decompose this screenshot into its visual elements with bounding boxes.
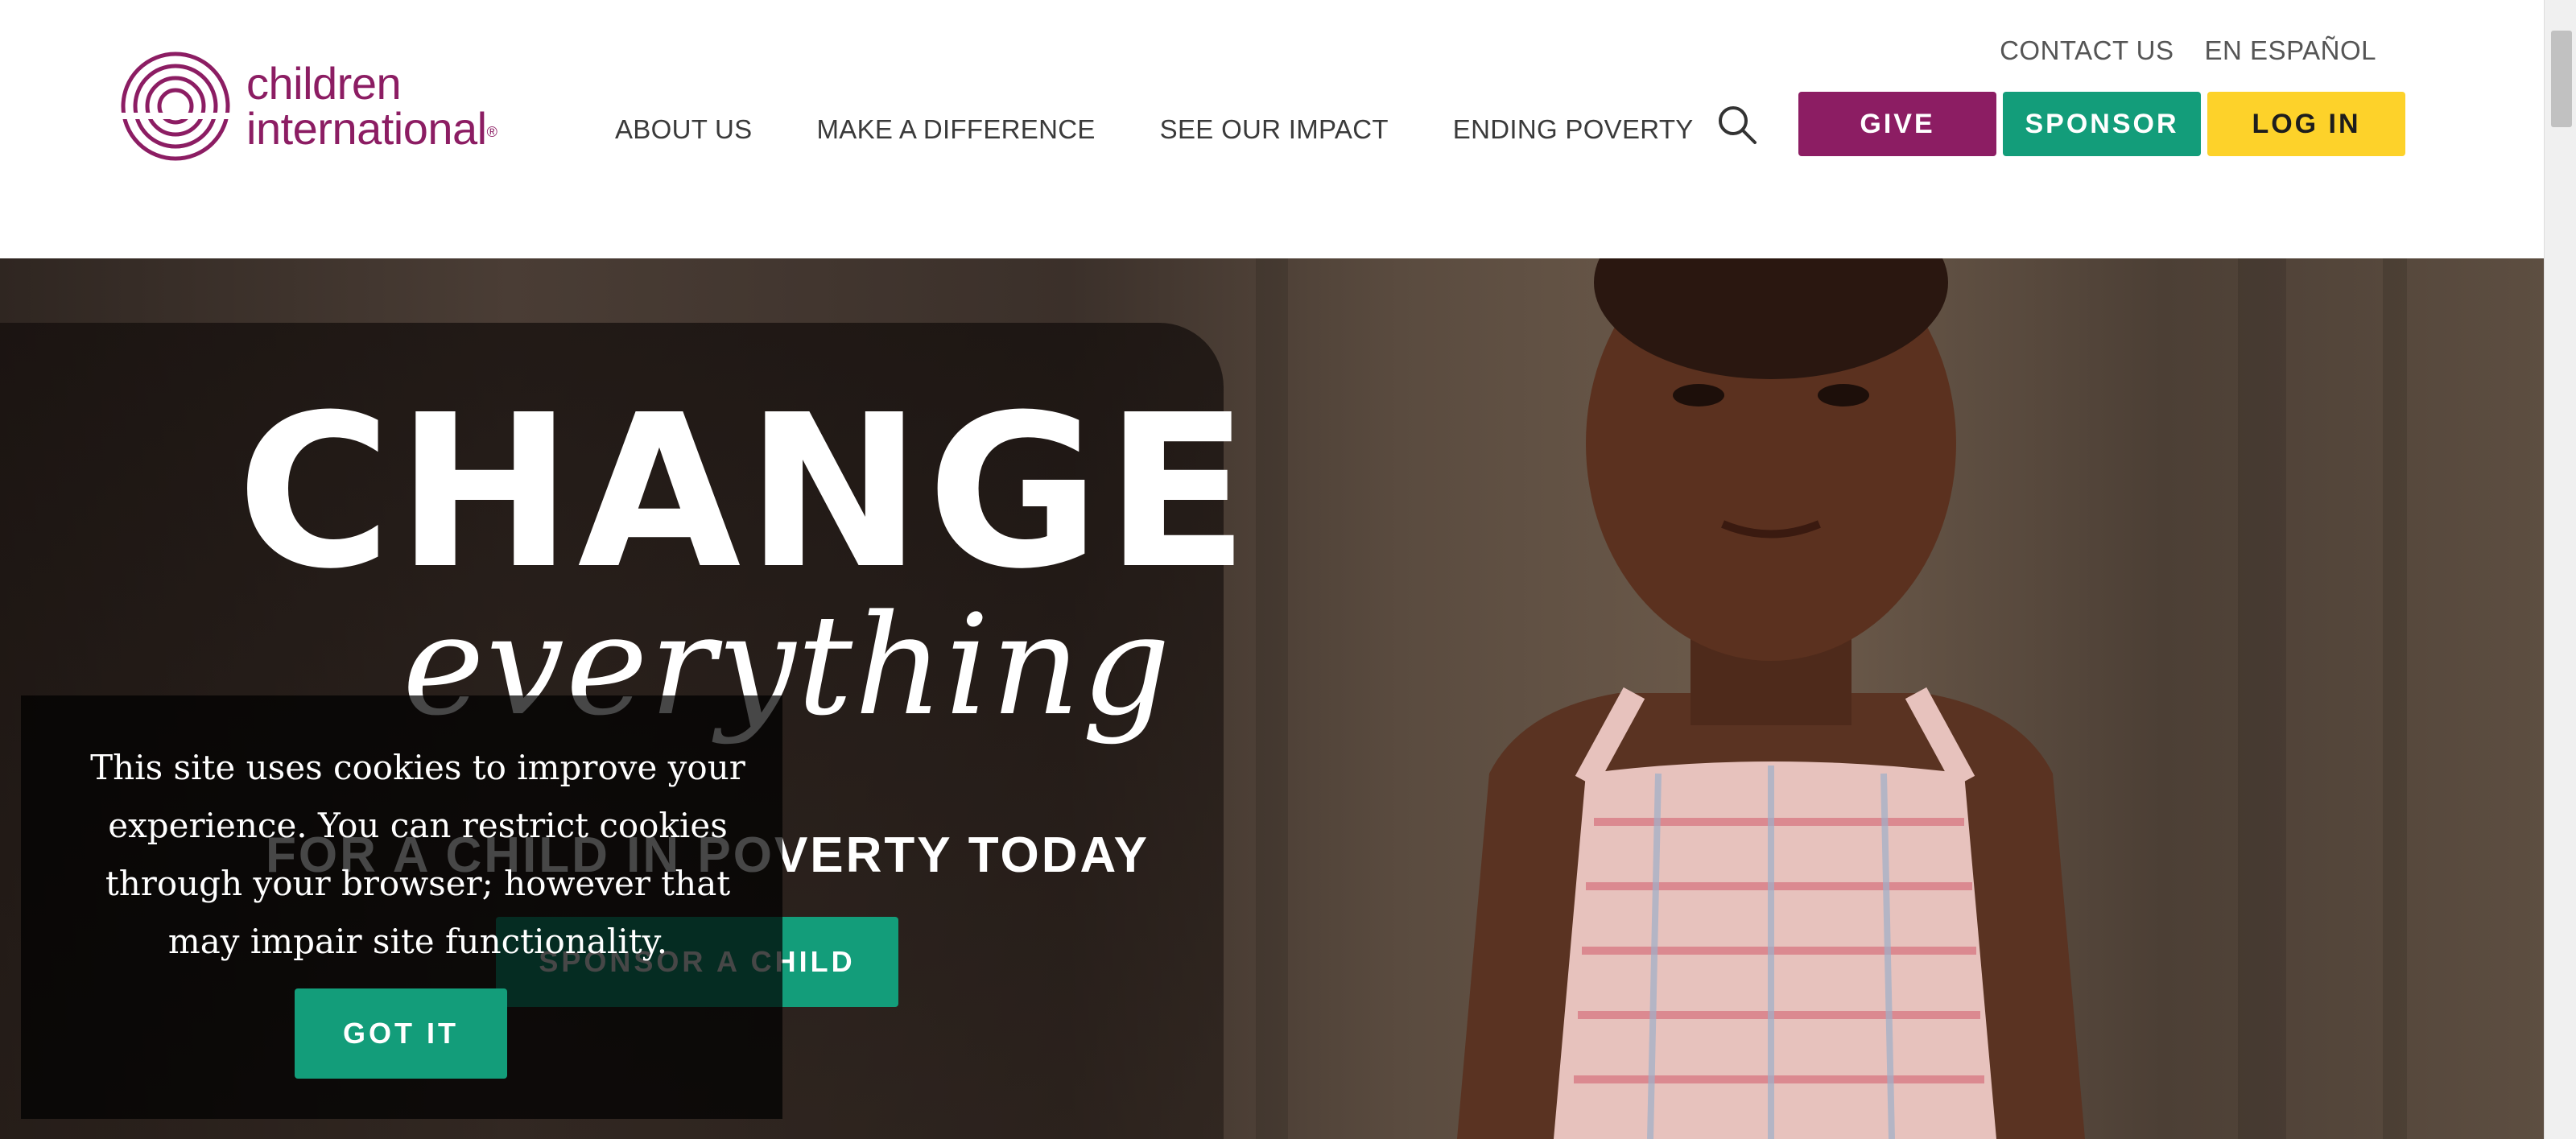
nav-about-us[interactable]: ABOUT US bbox=[615, 114, 753, 145]
scrollbar-thumb[interactable] bbox=[2551, 31, 2572, 127]
brand-line2: international bbox=[246, 103, 487, 154]
hero-texture bbox=[2238, 258, 2286, 1139]
hero-headline: CHANGE bbox=[237, 369, 1254, 615]
logo-rings-icon bbox=[119, 52, 232, 161]
got-it-button[interactable]: GOT IT bbox=[295, 988, 507, 1079]
brand-logo[interactable]: children international® bbox=[119, 50, 522, 163]
hero-child-photo bbox=[1457, 258, 2085, 1139]
nav-see-our-impact[interactable]: SEE OUR IMPACT bbox=[1160, 114, 1389, 145]
sponsor-button[interactable]: SPONSOR bbox=[2003, 92, 2201, 156]
search-icon[interactable] bbox=[1715, 102, 1760, 147]
main-nav: ABOUT US MAKE A DIFFERENCE SEE OUR IMPAC… bbox=[615, 114, 1758, 145]
login-button[interactable]: LOG IN bbox=[2207, 92, 2405, 156]
spanish-link[interactable]: EN ESPAÑOL bbox=[2205, 35, 2376, 66]
hero-texture bbox=[1256, 258, 1288, 1139]
nav-make-a-difference[interactable]: MAKE A DIFFERENCE bbox=[817, 114, 1096, 145]
cookie-message: This site uses cookies to improve your e… bbox=[90, 748, 745, 961]
utility-nav: CONTACT US EN ESPAÑOL bbox=[2000, 35, 2376, 66]
give-button[interactable]: GIVE bbox=[1798, 92, 1996, 156]
brand-wordmark: children international® bbox=[246, 61, 497, 151]
brand-line1: children bbox=[246, 58, 402, 109]
cookie-banner: This site uses cookies to improve your e… bbox=[21, 695, 782, 1119]
hero-texture bbox=[2383, 258, 2407, 1139]
nav-ending-poverty[interactable]: ENDING POVERTY bbox=[1453, 114, 1694, 145]
site-header: children international® CONTACT US EN ES… bbox=[0, 0, 2544, 258]
page-scrollbar[interactable] bbox=[2544, 0, 2576, 1139]
contact-us-link[interactable]: CONTACT US bbox=[2000, 35, 2174, 66]
registered-mark: ® bbox=[486, 124, 497, 140]
